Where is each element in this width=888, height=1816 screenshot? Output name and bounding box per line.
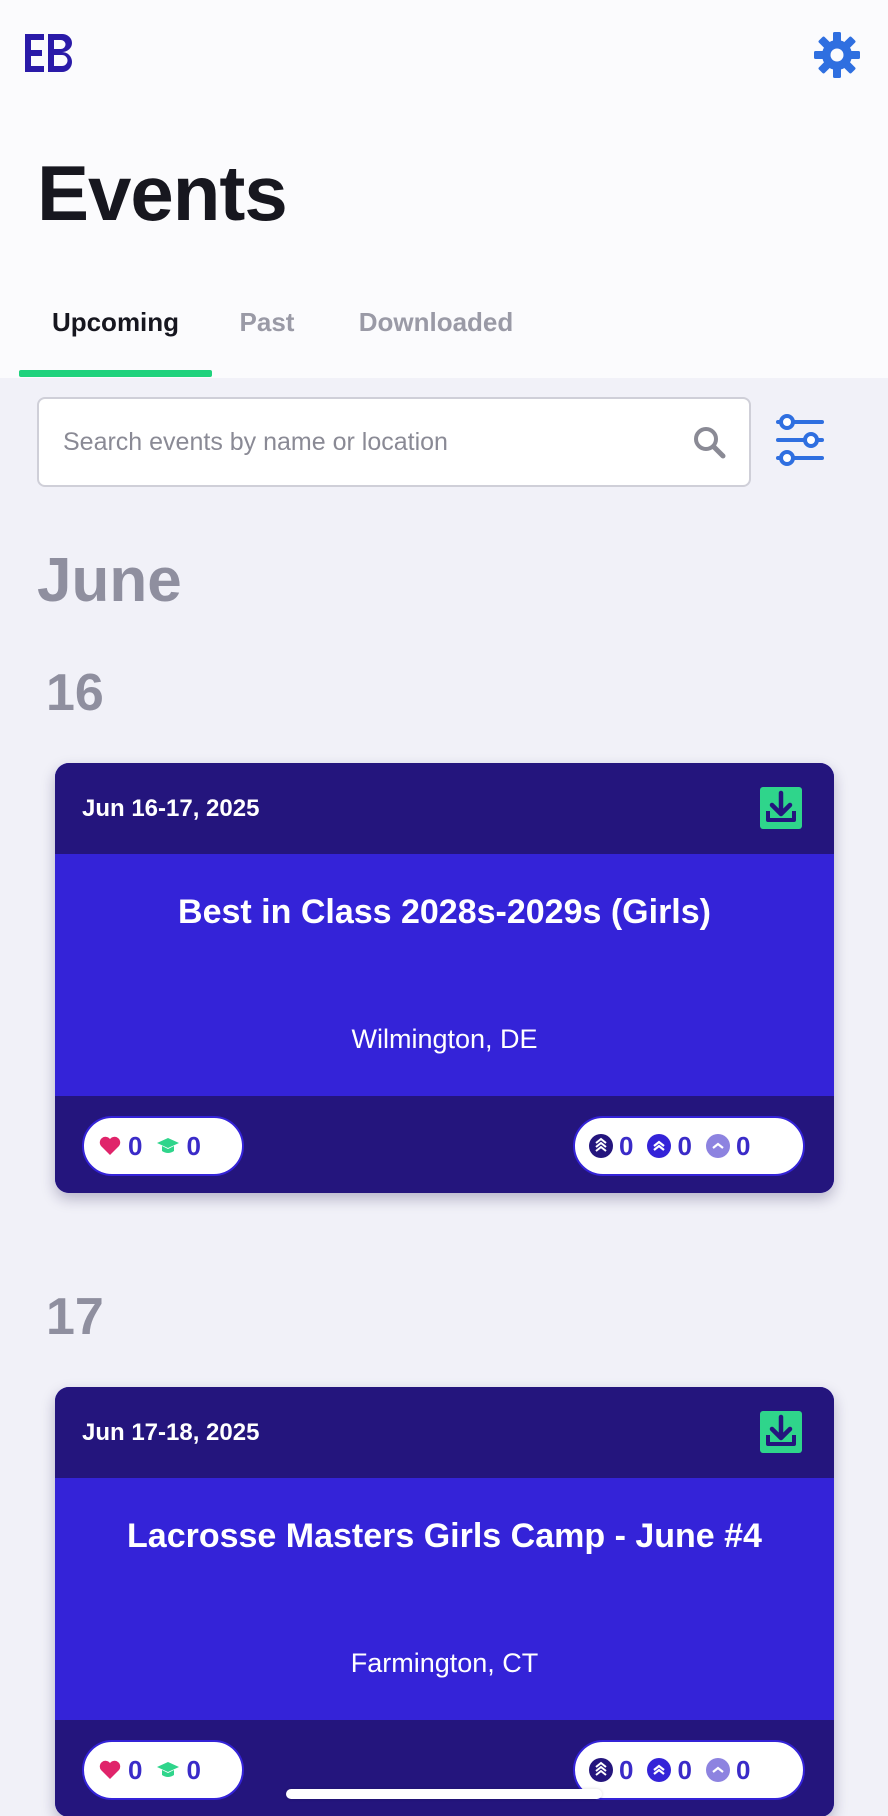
favorites-college-pill[interactable]: 0 0: [82, 1740, 244, 1800]
college-count: 0: [186, 1131, 201, 1161]
event-title: Lacrosse Masters Girls Camp - June #4: [127, 1517, 762, 1555]
page-title: Events: [37, 149, 288, 237]
event-card[interactable]: Jun 17-18, 2025 Lacrosse Masters Girls C…: [55, 1387, 834, 1816]
sliders-icon[interactable]: [774, 412, 826, 468]
tab-downloaded[interactable]: Downloaded: [342, 300, 530, 344]
event-card-body: Lacrosse Masters Girls Camp - June #4 Fa…: [55, 1478, 834, 1720]
event-date: Jun 17-18, 2025: [82, 1419, 260, 1446]
level-single-count: 0: [735, 1755, 751, 1785]
single-chevron-icon: [705, 1758, 730, 1782]
favorites-college-pill[interactable]: 0 0: [82, 1116, 244, 1176]
graduation-cap-icon: [157, 1762, 180, 1777]
double-chevron-icon: [647, 1134, 672, 1158]
graduation-cap-icon: [157, 1138, 180, 1153]
level-triple-count: 0: [619, 1131, 634, 1161]
event-title: Best in Class 2028s-2029s (Girls): [178, 893, 711, 931]
search-icon[interactable]: [691, 424, 727, 460]
month-heading: June: [37, 546, 182, 615]
event-card-footer: 0 0 0 0 0: [55, 1720, 834, 1816]
app-logo[interactable]: [22, 32, 76, 74]
levels-pill[interactable]: 0 0 0: [573, 1740, 805, 1800]
triple-chevron-icon: [589, 1134, 613, 1158]
event-location: Wilmington, DE: [351, 1024, 538, 1054]
day-heading: 16: [46, 664, 104, 722]
favorites-count: 0: [128, 1131, 143, 1161]
college-count: 0: [186, 1755, 201, 1785]
event-card[interactable]: Jun 16-17, 2025 Best in Class 2028s-2029…: [55, 763, 834, 1193]
tab-past[interactable]: Past: [232, 300, 302, 344]
gear-icon[interactable]: [812, 30, 862, 80]
download-icon[interactable]: [760, 787, 802, 829]
double-chevron-icon: [647, 1758, 672, 1782]
favorites-count: 0: [128, 1755, 143, 1785]
event-card-header: Jun 16-17, 2025: [55, 763, 834, 854]
level-double-count: 0: [677, 1755, 692, 1785]
level-single-count: 0: [735, 1131, 751, 1161]
event-card-footer: 0 0 0 0 0: [55, 1096, 834, 1193]
heart-icon: [99, 1136, 121, 1155]
home-indicator[interactable]: [286, 1789, 602, 1799]
level-triple-count: 0: [619, 1755, 634, 1785]
download-icon[interactable]: [760, 1411, 802, 1453]
single-chevron-icon: [705, 1134, 730, 1158]
event-card-body: Best in Class 2028s-2029s (Girls) Wilmin…: [55, 854, 834, 1096]
search-input[interactable]: Search events by name or location: [37, 397, 751, 487]
tab-upcoming[interactable]: Upcoming: [19, 300, 212, 344]
active-tab-indicator: [19, 370, 212, 377]
triple-chevron-icon: [589, 1758, 613, 1782]
day-heading: 17: [46, 1288, 104, 1346]
heart-icon: [99, 1760, 121, 1779]
header: Events Upcoming Past Downloaded: [0, 0, 888, 378]
level-double-count: 0: [677, 1131, 692, 1161]
search-placeholder: Search events by name or location: [63, 428, 448, 456]
event-date: Jun 16-17, 2025: [82, 795, 260, 822]
levels-pill[interactable]: 0 0 0: [573, 1116, 805, 1176]
event-card-header: Jun 17-18, 2025: [55, 1387, 834, 1478]
event-location: Farmington, CT: [350, 1648, 539, 1678]
